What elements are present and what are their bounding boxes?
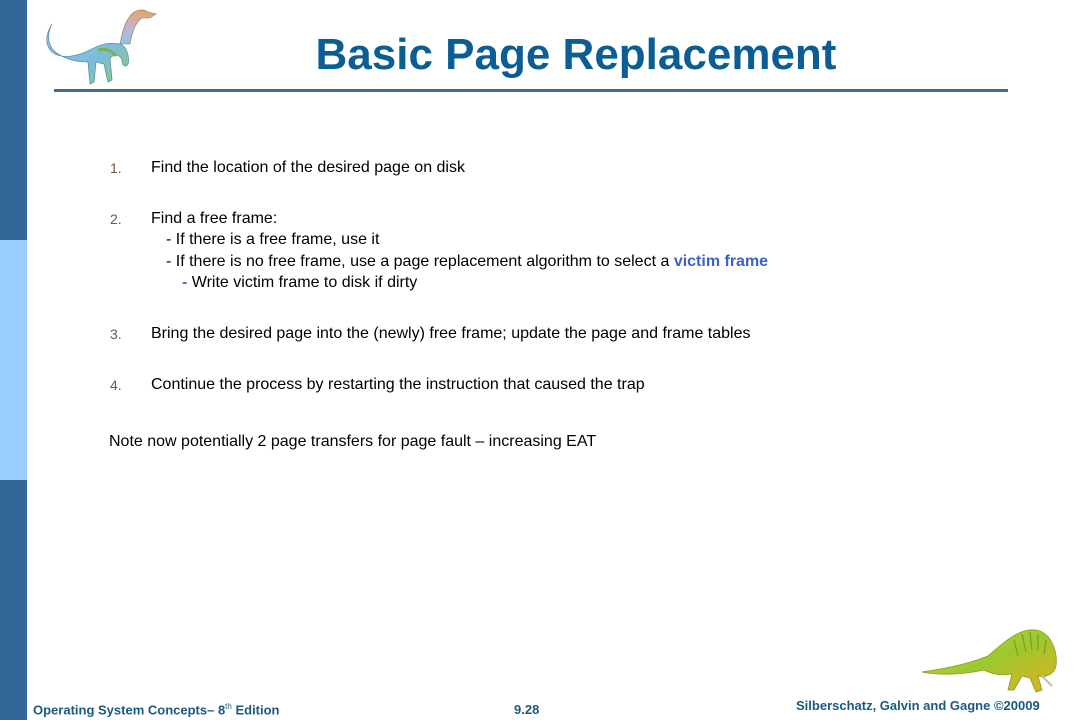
sub-bullet-text: - If there is no free frame, use a page …	[166, 253, 674, 270]
sub-sub-bullet-text: Write victim frame to disk if dirty	[187, 274, 418, 291]
sub-bullet: - If there is no free frame, use a page …	[166, 253, 768, 271]
note-text: Note now potentially 2 page transfers fo…	[109, 433, 597, 450]
footer-copyright: Silberschatz, Galvin and Gagne ©20009	[796, 698, 1040, 713]
sidebar-segment-bottom	[0, 480, 27, 720]
step-text: Find a free frame:	[151, 210, 278, 227]
title-divider	[54, 89, 1008, 92]
sidebar-segment-middle	[0, 240, 27, 480]
step-number: 3.	[110, 326, 122, 342]
footer-book-title-text: Operating System Concepts– 8	[33, 702, 226, 718]
step-number: 4.	[110, 377, 122, 393]
footer-book-title: Operating System Concepts– 8th Edition	[33, 702, 280, 717]
step-text: Bring the desired page into the (newly) …	[151, 325, 751, 342]
sub-bullet: - If there is a free frame, use it	[166, 231, 380, 248]
step-text: Continue the process by restarting the i…	[151, 376, 645, 393]
step-number: 1.	[110, 160, 122, 176]
sub-sub-bullet: - Write victim frame to disk if dirty	[182, 274, 417, 292]
step-number: 2.	[110, 211, 122, 227]
step-text: Find the location of the desired page on…	[151, 159, 465, 176]
slide-title: Basic Page Replacement	[315, 30, 837, 79]
sidebar-bar	[0, 0, 27, 720]
footer-page-number: 9.28	[514, 702, 540, 717]
footer-edition-superscript: th	[225, 702, 232, 711]
dinosaur-crawling-icon	[921, 629, 1057, 693]
victim-frame-highlight: victim frame	[673, 253, 769, 270]
footer-edition-suffix: Edition	[231, 702, 280, 718]
